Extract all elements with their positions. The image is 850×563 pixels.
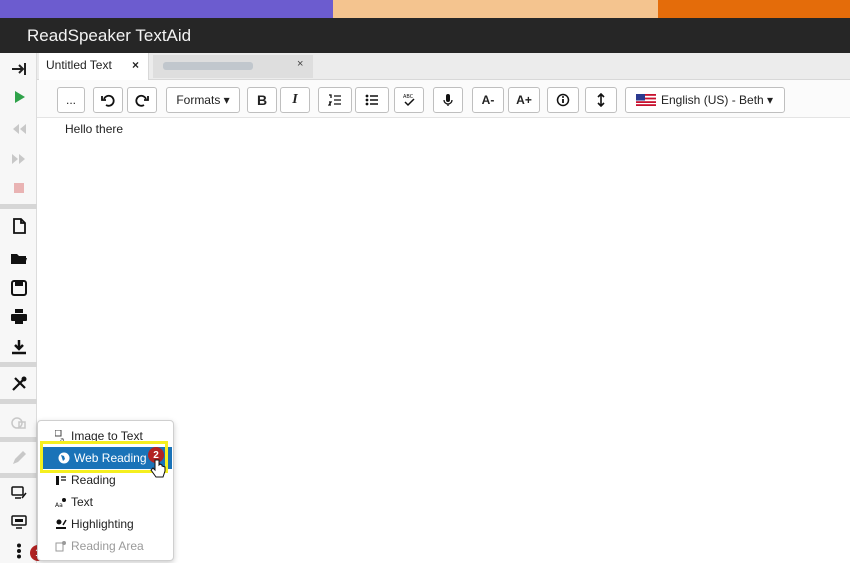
- svg-text:ABC: ABC: [403, 94, 414, 100]
- menu-item-label: Highlighting: [71, 517, 134, 531]
- sidebar-divider: [0, 473, 37, 478]
- reading-icon: [54, 473, 68, 487]
- dictation-button[interactable]: [433, 87, 463, 113]
- us-flag-icon: [636, 94, 656, 106]
- menu-item-label: Reading Area: [71, 539, 144, 553]
- download-icon[interactable]: [0, 334, 37, 360]
- fast-forward-icon[interactable]: [0, 146, 37, 172]
- sidebar-divider: [0, 204, 37, 209]
- menu-item-highlighting[interactable]: Highlighting: [38, 513, 175, 535]
- save-icon[interactable]: [0, 275, 37, 301]
- menu-item-label: Text: [71, 495, 94, 509]
- brand-color-strip: [0, 0, 850, 18]
- sidebar-divider: [0, 437, 37, 442]
- undo-button[interactable]: [93, 87, 123, 113]
- menu-item-text[interactable]: Aa Text: [38, 491, 175, 513]
- info-circle-icon: [556, 93, 570, 107]
- svg-text:Aa: Aa: [55, 502, 63, 508]
- stop-icon[interactable]: [0, 175, 37, 201]
- blurred-tab-label: [163, 62, 253, 70]
- editor-toolbar: ... Formats ▾ B I ABC A- A+ English (US)…: [37, 80, 850, 118]
- tab-blurred-document[interactable]: ×: [153, 55, 313, 78]
- bullet-list-button[interactable]: [355, 87, 389, 113]
- title-bar: ReadSpeaker TextAid: [0, 18, 850, 53]
- app-title: ReadSpeaker TextAid: [27, 26, 192, 45]
- tab-untitled-text[interactable]: Untitled Text ×: [39, 53, 149, 80]
- line-spacing-button[interactable]: [585, 87, 617, 113]
- document-tabs: Untitled Text × ×: [37, 53, 850, 80]
- numbered-list-button[interactable]: [318, 87, 352, 113]
- close-tab-icon[interactable]: ×: [132, 58, 139, 72]
- sidebar-divider: [0, 362, 37, 367]
- pen-icon[interactable]: [0, 445, 37, 471]
- expand-sidebar-icon[interactable]: [0, 56, 37, 82]
- formats-dropdown[interactable]: Formats ▾: [166, 87, 240, 113]
- menu-item-reading-area[interactable]: Reading Area: [38, 535, 175, 557]
- voice-select[interactable]: English (US) - Beth ▾: [625, 87, 785, 113]
- numbered-list-icon: [328, 94, 341, 106]
- tab-label: Untitled Text: [46, 58, 112, 72]
- editor-content: Hello there: [65, 122, 124, 136]
- menu-item-label: Reading: [71, 473, 116, 487]
- dictionary-button[interactable]: [547, 87, 579, 113]
- print-icon[interactable]: [0, 304, 37, 330]
- decrease-font-button[interactable]: A-: [472, 87, 504, 113]
- increase-font-button[interactable]: A+: [508, 87, 540, 113]
- microphone-icon: [443, 94, 453, 106]
- reading-area-icon: [54, 539, 68, 553]
- screen-pen-icon[interactable]: [0, 480, 37, 506]
- redo-icon: [135, 94, 149, 107]
- undo-icon: [101, 94, 115, 107]
- sidebar: [0, 53, 37, 563]
- more-button[interactable]: ...: [57, 87, 85, 113]
- open-folder-icon[interactable]: [0, 245, 37, 271]
- bold-button[interactable]: B: [247, 87, 277, 113]
- sidebar-divider: [0, 399, 37, 404]
- rewind-icon[interactable]: [0, 116, 37, 142]
- screen-reader-icon[interactable]: [0, 509, 37, 535]
- play-icon[interactable]: [0, 84, 37, 110]
- italic-button[interactable]: I: [280, 87, 310, 113]
- hand-cursor-icon: [150, 459, 166, 478]
- close-tab-icon[interactable]: ×: [297, 58, 303, 70]
- highlighting-icon: [54, 517, 68, 531]
- vertical-arrows-icon: [597, 93, 605, 107]
- voice-label: English (US) - Beth ▾: [661, 93, 774, 107]
- new-document-icon[interactable]: [0, 213, 37, 239]
- tools-icon[interactable]: [0, 371, 37, 397]
- spell-check-icon: ABC: [403, 94, 415, 107]
- spell-check-button[interactable]: ABC: [394, 87, 424, 113]
- bullet-list-icon: [365, 94, 378, 106]
- text-icon: Aa: [54, 495, 68, 509]
- ocr-icon[interactable]: [0, 410, 37, 436]
- redo-button[interactable]: [127, 87, 157, 113]
